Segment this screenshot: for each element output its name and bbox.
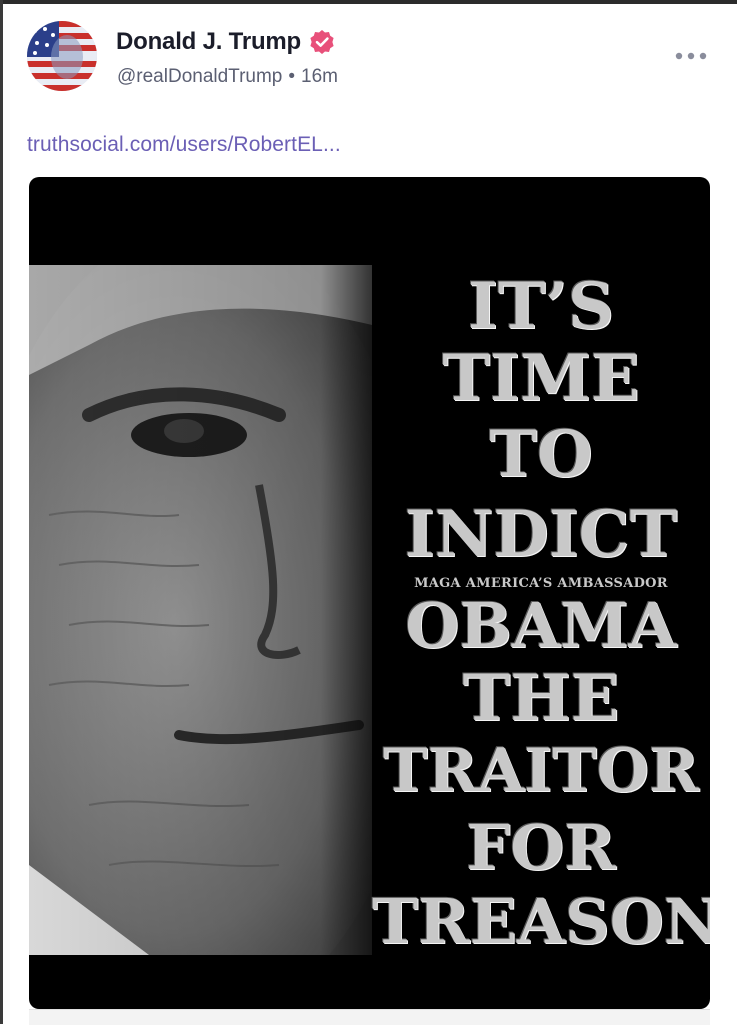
headline-line: TRAITOR (383, 736, 699, 806)
headline-line: OBAMA (405, 589, 677, 662)
author-display-name[interactable]: Donald J. Trump (116, 28, 301, 56)
author-name-row: Donald J. Trump (116, 28, 335, 56)
avatar[interactable] (27, 21, 97, 91)
post-link[interactable]: truthsocial.com/users/RobertEL... (27, 133, 341, 157)
avatar-image (27, 21, 97, 91)
headline-line: TREASON (372, 885, 710, 958)
headline-line: INDICT (404, 497, 678, 572)
headline-line: FOR (466, 811, 616, 884)
post-timestamp[interactable]: 16m (301, 66, 338, 88)
window-top-edge (0, 0, 737, 4)
portrait-photo (29, 265, 372, 955)
meta-separator: • (288, 66, 296, 87)
author-handle[interactable]: @realDonaldTrump (117, 66, 282, 88)
more-options-button[interactable] (670, 44, 712, 68)
headline-line: THE (462, 661, 620, 736)
headline-line: IT’S (467, 269, 615, 344)
window-left-edge (0, 0, 3, 1024)
more-horizontal-icon (675, 52, 707, 60)
card-footer-edge (29, 1009, 710, 1025)
headline-line: TIME (442, 341, 640, 416)
post-meta-row: @realDonaldTrump • 16m (117, 66, 338, 88)
verified-badge-icon (309, 29, 335, 55)
headline-line: TO (489, 417, 593, 492)
poster-headline: IT’S TIME TO INDICT MAGA AMERICA’S AMBAS… (372, 265, 710, 955)
post-image[interactable]: IT’S TIME TO INDICT MAGA AMERICA’S AMBAS… (29, 177, 710, 1009)
